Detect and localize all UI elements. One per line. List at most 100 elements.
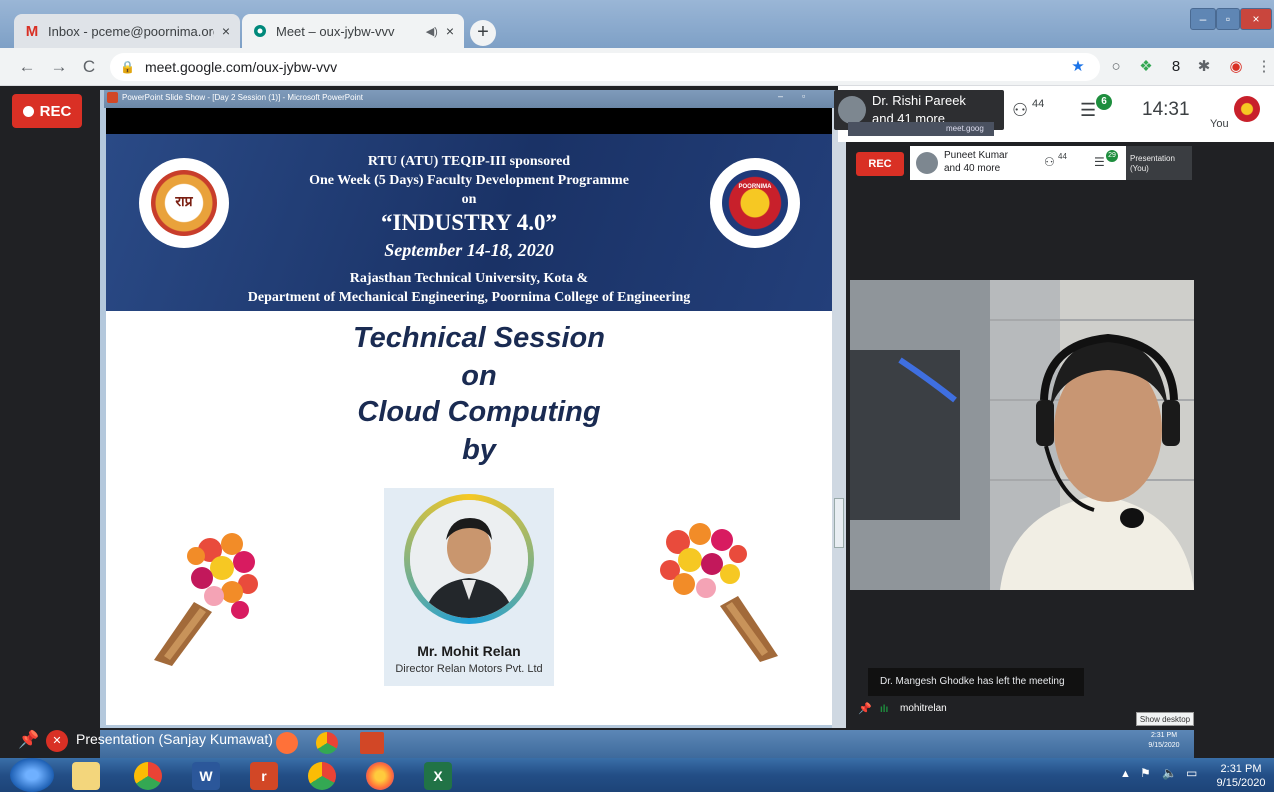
tab-gmail-inbox[interactable]: M Inbox - pceme@poornima.org - Poornima … [14, 14, 240, 48]
new-tab-button[interactable]: + [470, 20, 496, 46]
inner-chat-badge: 29 [1106, 150, 1118, 162]
chrome-taskbar-icon[interactable] [134, 762, 162, 790]
inner-chat-icon: ☰ [1094, 155, 1105, 169]
meeting-clock: 14:31 [1142, 99, 1190, 120]
tab-title: Meet – oux-jybw-vvv [276, 23, 395, 39]
close-window-button[interactable]: × [1240, 8, 1272, 30]
host-avatar [838, 96, 866, 124]
speaker-designation: Director Relan Motors Pvt. Ltd [395, 663, 543, 675]
powerpoint-title: PowerPoint Slide Show - [Day 2 Session (… [122, 93, 363, 102]
reload-button[interactable]: C [78, 56, 100, 78]
close-icon[interactable]: × [446, 23, 454, 39]
self-avatar[interactable] [1234, 96, 1260, 122]
gmail-icon: M [25, 22, 39, 40]
start-orb-button[interactable] [10, 758, 54, 792]
extension-figure-icon[interactable]: 8 [1166, 57, 1186, 77]
presenter-label: Presentation (Sanjay Kumawat) [76, 731, 273, 747]
speaker-mute-icon[interactable]: ◀) [426, 25, 438, 38]
taskbar-date: 9/15/2020 [1216, 777, 1266, 789]
left-meeting-toast: Dr. Mangesh Ghodke has left the meeting [868, 668, 1084, 696]
lock-icon: 🔒 [120, 60, 135, 74]
pin-icon[interactable]: 📌 [858, 702, 872, 715]
chat-icon[interactable]: ☰ [1080, 100, 1096, 121]
file-explorer-icon[interactable] [72, 762, 100, 790]
profile-avatar-icon[interactable]: ◉ [1226, 57, 1246, 77]
url-field[interactable]: 🔒 meet.google.com/oux-jybw-vvv [110, 53, 1100, 81]
inner-clock-time: 2:31 PM [1150, 732, 1178, 739]
inner-presentation-label: Presentation (You) [1130, 154, 1175, 173]
excel-taskbar-icon[interactable]: X [424, 762, 452, 790]
powerpoint-app-icon [107, 92, 118, 103]
inner-host-more: and 40 more [944, 163, 1001, 174]
forward-button[interactable]: → [48, 56, 70, 78]
muted-mic-icon[interactable]: ✕ [46, 730, 68, 752]
url-text: meet.google.com/oux-jybw-vvv [144, 59, 338, 75]
chrome-taskbar-icon-2[interactable] [308, 762, 336, 790]
flower-bouquet-right [660, 523, 778, 662]
pp-scrollbar-thumb[interactable] [834, 498, 844, 548]
pp-minimize-button[interactable]: – [778, 91, 783, 101]
chat-badge: 6 [1096, 94, 1112, 110]
inner-chrome-icon [316, 732, 338, 754]
inner-controls: ⚇ 44 ☰ 29 [1030, 146, 1126, 180]
header-org-line1: Rajasthan Technical University, Kota & [349, 271, 589, 286]
taskbar-time: 2:31 PM [1220, 763, 1262, 775]
session-title-line2: on [461, 360, 497, 392]
show-desktop-tooltip: Show desktop [1136, 712, 1194, 726]
speaker-name: Mr. Mohit Relan [417, 643, 521, 659]
inner-recording-badge: REC [856, 152, 904, 176]
taskbar-clock[interactable]: 2:31 PM 9/15/2020 [1212, 762, 1270, 790]
pp-scrollbar[interactable] [832, 108, 846, 728]
pin-presentation-icon[interactable]: 📌 [18, 730, 39, 750]
audio-level-icon: ılı [880, 704, 889, 715]
header-line-sponsor: RTU (ATU) TEQIP-III sponsored [367, 154, 571, 169]
powerpoint-title-bar: PowerPoint Slide Show - [Day 2 Session (… [104, 90, 834, 108]
tray-volume-icon[interactable]: 🔈 [1162, 766, 1177, 780]
header-date: September 14-18, 2020 [384, 240, 554, 260]
inner-url-bar: meet.goog [848, 122, 994, 136]
back-button[interactable]: ← [16, 56, 38, 78]
header-org-line2: Department of Mechanical Engineering, Po… [247, 290, 691, 305]
inner-presentation-tile: Presentation (You) [1126, 146, 1192, 180]
tray-flag-icon[interactable]: ⚑ [1140, 766, 1151, 780]
camera-feed [850, 280, 1194, 590]
word-taskbar-icon[interactable]: W [192, 762, 220, 790]
poornima-logo: POORNIMA [710, 158, 800, 248]
inner-powerpoint-icon [360, 732, 384, 754]
speaker-username: mohitrelan [900, 703, 947, 714]
participants-count: 44 [1032, 98, 1045, 110]
inner-participants-icon: ⚇ [1044, 155, 1055, 169]
you-label: You [1210, 118, 1229, 130]
red-app-taskbar-icon[interactable]: r [250, 762, 278, 790]
address-bar-row: ← → C 🔒 meet.google.com/oux-jybw-vvv ★ ○… [0, 48, 1274, 86]
tray-arrow-icon[interactable]: ▲ [1120, 768, 1131, 780]
bookmark-star-icon[interactable]: ★ [1068, 57, 1088, 77]
rec-label: REC [39, 102, 72, 120]
inner-rec-label: REC [868, 158, 892, 170]
host-name: Dr. Rishi Pareek [872, 93, 966, 108]
speaker-photo [410, 500, 528, 618]
extensions-puzzle-icon[interactable]: ✱ [1194, 57, 1214, 77]
tab-google-meet[interactable]: Meet – oux-jybw-vvv ◀) × [242, 14, 464, 48]
extension-circle-icon[interactable]: ○ [1106, 57, 1126, 77]
inner-host-avatar [916, 152, 938, 174]
session-title-line4: by [462, 434, 496, 466]
participants-icon[interactable]: ⚇ [1012, 100, 1028, 121]
flower-bouquet-left [154, 533, 258, 666]
extension-gem-icon[interactable]: ❖ [1136, 57, 1156, 77]
close-icon[interactable]: × [222, 23, 230, 39]
firefox-taskbar-icon[interactable] [366, 762, 394, 790]
tab-title: Inbox - pceme@poornima.org - Poornima Co… [48, 23, 214, 39]
slide-letterbox [106, 108, 832, 134]
tray-network-icon[interactable]: ▭ [1186, 766, 1197, 780]
inner-host-chip: Puneet Kumar and 40 more [910, 146, 1030, 180]
recording-badge: REC [12, 94, 82, 128]
maximize-button[interactable]: ▫ [1216, 8, 1240, 30]
pp-maximize-button[interactable]: ▫ [802, 91, 805, 101]
inner-participants-count: 44 [1058, 152, 1067, 161]
meet-icon [252, 23, 268, 39]
minimize-button[interactable]: – [1190, 8, 1216, 30]
inner-host-name: Puneet Kumar [944, 150, 1008, 161]
menu-kebab-icon[interactable]: ⋮ [1254, 57, 1274, 77]
session-title-line1: Technical Session [353, 322, 605, 354]
